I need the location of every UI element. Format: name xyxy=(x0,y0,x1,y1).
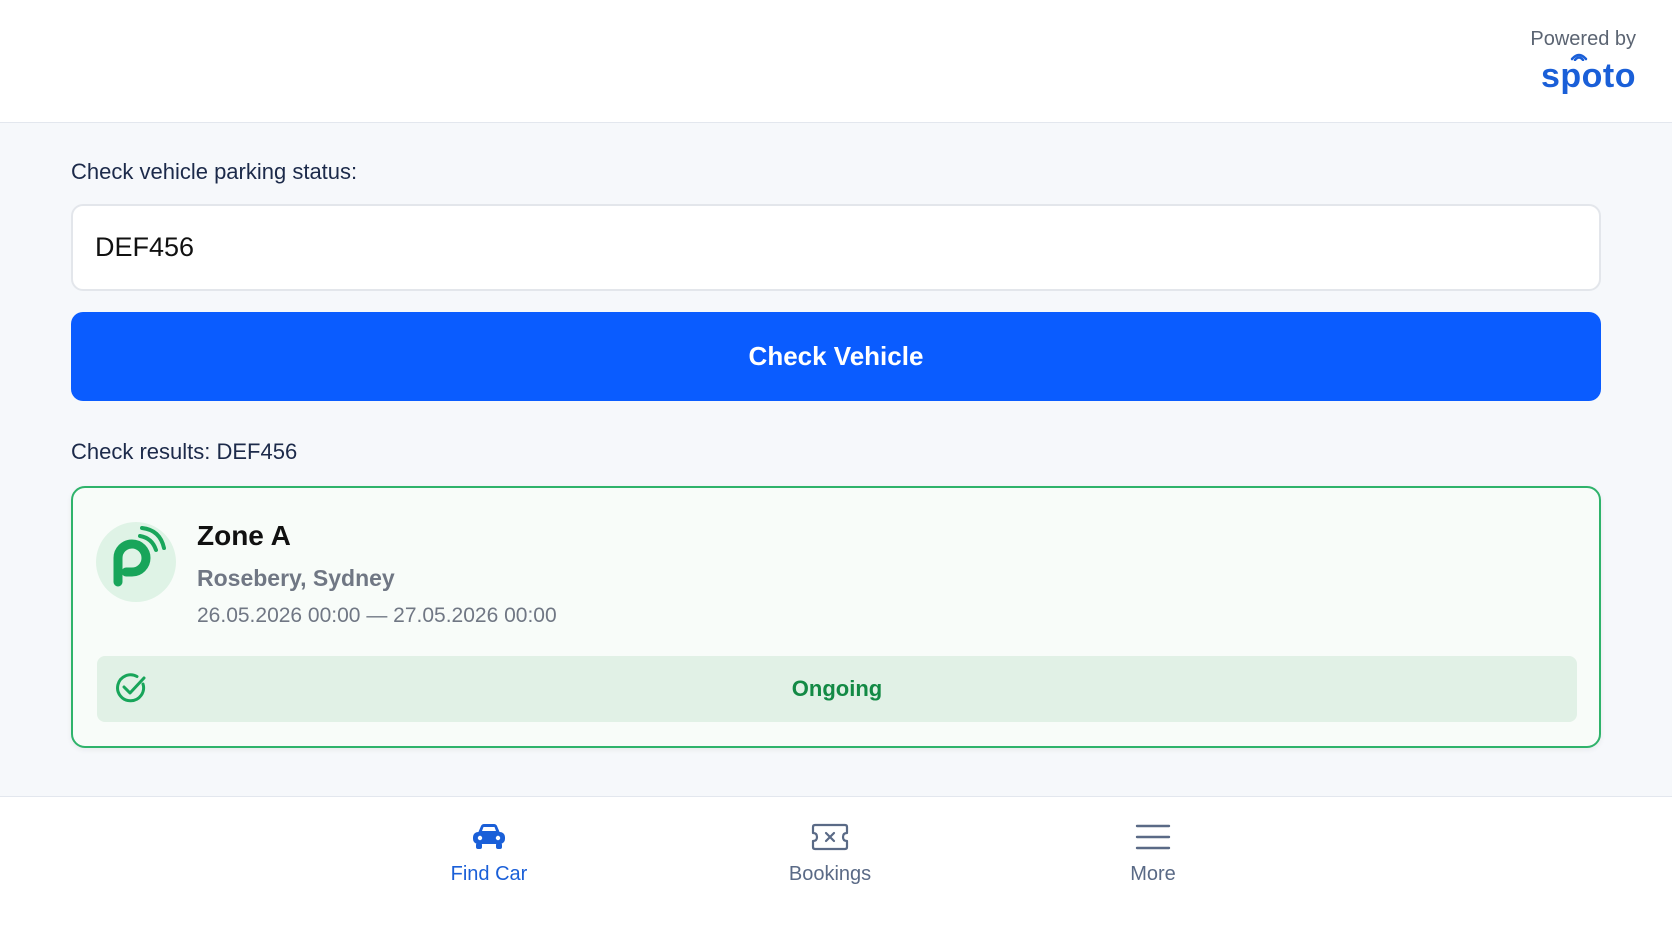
status-badge: Ongoing xyxy=(791,676,883,701)
plate-prompt-label: Check vehicle parking status: xyxy=(71,159,358,184)
nav-item-find-car[interactable]: Find Car xyxy=(409,821,569,886)
nav-label-bookings: Bookings xyxy=(788,863,872,885)
zone-name: Zone A xyxy=(197,520,291,551)
results-heading: Check results: DEF456 xyxy=(71,439,298,464)
car-icon xyxy=(473,824,505,849)
signal-icon xyxy=(1571,53,1588,61)
nav-label-find-car: Find Car xyxy=(450,863,528,885)
plate-input[interactable] xyxy=(71,204,1601,291)
brand-logo[interactable]: spoto xyxy=(1530,53,1636,96)
ticket-icon xyxy=(811,823,849,851)
parking-signal-icon xyxy=(96,522,176,602)
nav-label-more: More xyxy=(1130,863,1176,885)
menu-icon xyxy=(1135,824,1171,850)
zone-period: 26.05.2026 00:00 — 27.05.2026 00:00 xyxy=(197,604,557,627)
nav-item-bookings[interactable]: Bookings xyxy=(750,821,910,886)
powered-by: Powered by spoto xyxy=(1530,28,1636,96)
result-card[interactable]: Zone A Rosebery, Sydney 26.05.2026 00:00… xyxy=(71,486,1601,748)
brand-name: spoto xyxy=(1540,57,1636,95)
bottom-nav: Find Car Bookings More xyxy=(0,796,1672,941)
zone-location: Rosebery, Sydney xyxy=(197,565,395,591)
powered-by-label: Powered by xyxy=(1530,28,1636,50)
check-vehicle-button[interactable]: Check Vehicle xyxy=(71,312,1601,401)
app-header: Powered by spoto xyxy=(0,0,1672,123)
status-bar: Ongoing xyxy=(97,656,1577,722)
nav-item-more[interactable]: More xyxy=(1073,821,1233,886)
